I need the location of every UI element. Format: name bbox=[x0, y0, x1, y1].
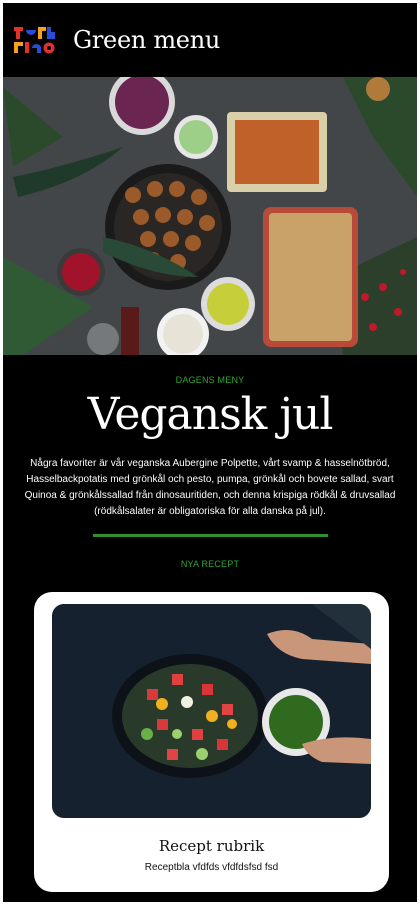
salad-bowl-photo[interactable] bbox=[52, 604, 371, 818]
recipe-card[interactable]: Recept rubrik Receptbla vfdfds vfdfdsfsd… bbox=[34, 592, 389, 892]
recipe-description: Receptbla vfdfds vfdfdsfsd fsd bbox=[144, 862, 279, 873]
headline: Vegansk jul bbox=[87, 389, 334, 440]
page-title: Green menu bbox=[73, 26, 221, 54]
new-recipes-label: NYA RECEPT bbox=[180, 559, 240, 569]
email-frame: Green menu DAGENS MENY Vegansk jul Några… bbox=[3, 3, 417, 902]
section-kicker: DAGENS MENY bbox=[175, 375, 245, 385]
recipe-title[interactable]: Recept rubrik bbox=[34, 837, 389, 855]
intro-text: Några favoriter är vår veganska Aubergin… bbox=[24, 458, 396, 517]
header: Green menu bbox=[3, 3, 417, 77]
vegan-christmas-dinner-table-photo bbox=[3, 77, 417, 355]
divider bbox=[92, 534, 328, 537]
techrico-logo-icon[interactable] bbox=[12, 25, 56, 55]
